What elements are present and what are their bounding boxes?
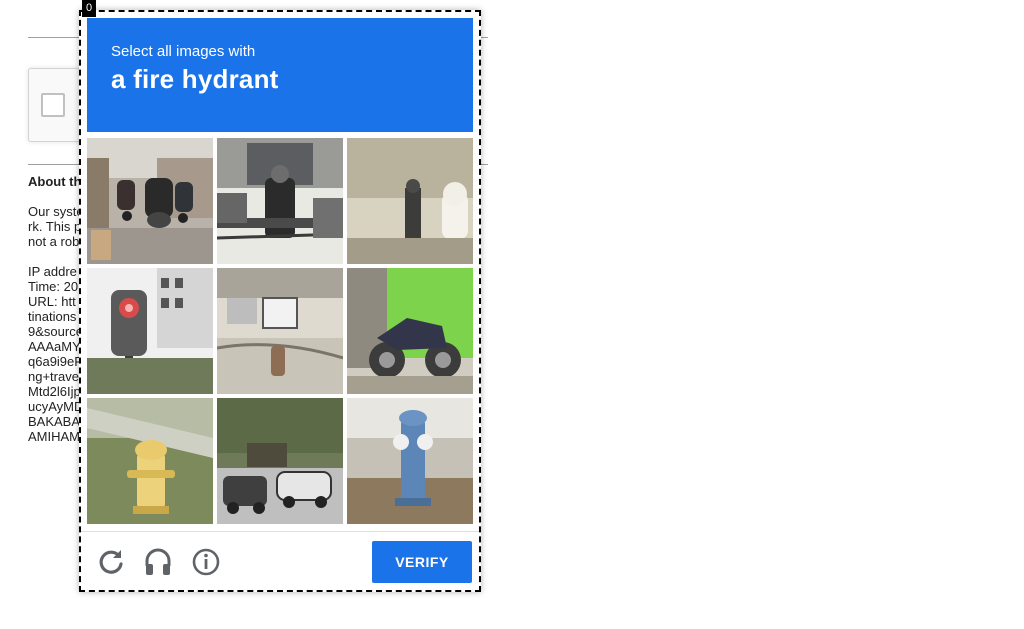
image-tile-6[interactable] (347, 268, 473, 394)
meta-line: 9&source (28, 324, 83, 339)
recaptcha-checkbox[interactable] (41, 93, 65, 117)
image-grid (87, 138, 473, 524)
meta-line: q6a9i9eP (28, 354, 83, 369)
meta-line: Time: 20 (28, 279, 79, 294)
meta-line: BAKABA (28, 414, 81, 429)
about-line: Our syste (28, 204, 84, 219)
meta-line: IP addre (28, 264, 77, 279)
reload-icon[interactable] (95, 546, 127, 578)
image-tile-3[interactable] (347, 138, 473, 264)
meta-line: ng+trave (28, 369, 79, 384)
target-text: a fire hydrant (111, 64, 279, 94)
meta-line: AAAaMY (28, 339, 81, 354)
frame-counter: 0 (82, 0, 96, 17)
image-tile-5[interactable] (217, 268, 343, 394)
meta-line: ucyAyMD (28, 399, 84, 414)
footer-divider (81, 531, 479, 532)
image-tile-8[interactable] (217, 398, 343, 524)
challenge-prompt: Select all images with a fire hydrant (87, 18, 473, 132)
meta-line: Mtd2l6Ijp (28, 384, 81, 399)
image-tile-4[interactable] (87, 268, 213, 394)
about-line: not a rob (28, 234, 80, 249)
meta-line: URL: htt (28, 294, 76, 309)
about-line: rk. This p (28, 219, 82, 234)
image-tile-9[interactable] (347, 398, 473, 524)
info-icon[interactable] (190, 546, 222, 578)
image-tile-1[interactable] (87, 138, 213, 264)
verify-button[interactable]: VERIFY (372, 541, 472, 583)
image-tile-7[interactable] (87, 398, 213, 524)
audio-headphones-icon[interactable] (142, 546, 174, 578)
instruction-text: Select all images with (111, 43, 256, 60)
meta-line: AMIHAM (28, 429, 80, 444)
image-tile-2[interactable] (217, 138, 343, 264)
meta-line: tinations (28, 309, 77, 324)
